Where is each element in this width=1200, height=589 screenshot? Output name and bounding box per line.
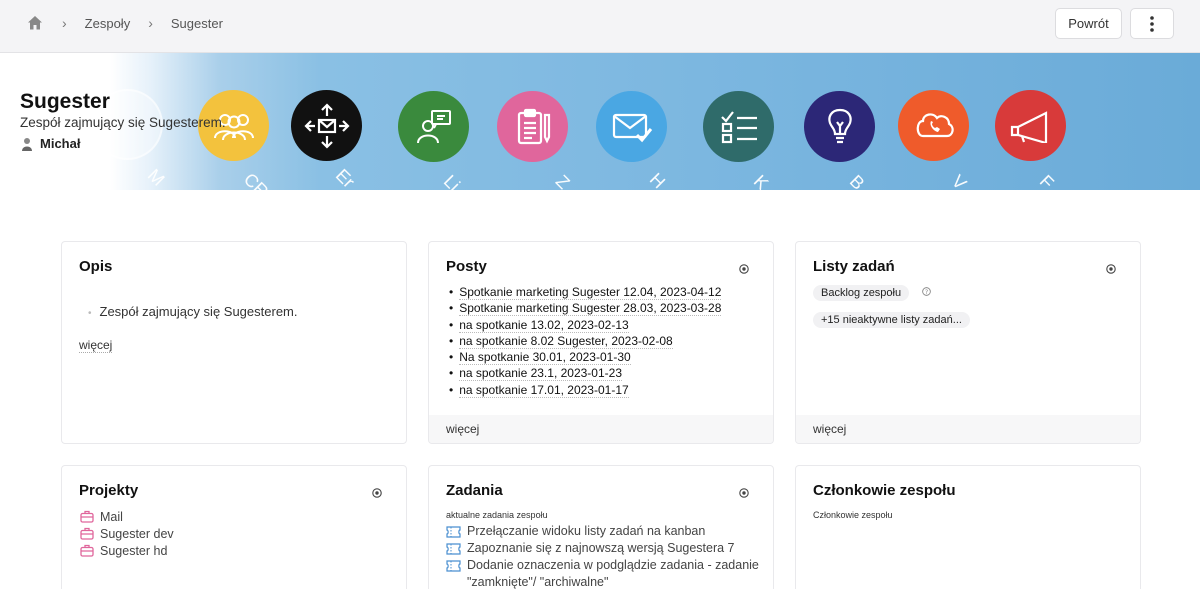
avatar bbox=[22, 137, 32, 151]
card-subtitle: Członkowie zespołu bbox=[813, 510, 893, 520]
banner-label: Z bbox=[551, 171, 574, 190]
card-posts: Posty Spotkanie marketing Sugester 12.04… bbox=[428, 241, 774, 444]
more-options-button[interactable] bbox=[1130, 8, 1174, 39]
more-link[interactable]: więcej bbox=[446, 422, 479, 436]
list-item[interactable]: Zapoznanie się z najnowszą wersją Sugest… bbox=[446, 540, 766, 557]
list-item: Zespół zajmujący się Sugesterem. bbox=[88, 304, 298, 319]
list-item[interactable]: Na spotkanie 30.01, 2023-01-30 bbox=[449, 349, 721, 366]
card-footer: więcej bbox=[796, 415, 1140, 443]
help-icon[interactable]: ? bbox=[921, 287, 931, 297]
more-link[interactable]: więcej bbox=[79, 338, 113, 353]
card-title: Zadania bbox=[446, 482, 503, 499]
pin-icon[interactable] bbox=[1106, 264, 1116, 274]
ticket-icon bbox=[446, 526, 461, 538]
card-subtitle: aktualne zadania zespołu bbox=[446, 510, 548, 520]
list-item[interactable]: na spotkanie 17.01, 2023-01-17 bbox=[449, 382, 721, 398]
banner-label: K bbox=[749, 171, 773, 190]
pin-icon[interactable] bbox=[739, 488, 749, 498]
more-link[interactable]: więcej bbox=[813, 422, 846, 436]
tasks-list: Przełączanie widoku listy zadań na kanba… bbox=[446, 523, 766, 589]
card-title: Opis bbox=[79, 258, 113, 275]
list-item[interactable]: Sugester hd bbox=[80, 542, 174, 559]
pin-icon[interactable] bbox=[372, 488, 382, 498]
banner-label: F bbox=[1035, 171, 1058, 190]
top-bar: › Zespoły › Sugester Powrót bbox=[0, 0, 1200, 53]
list-item[interactable]: Sugester dev bbox=[80, 525, 174, 542]
card-members: Członkowie zespołu Członkowie zespołu bbox=[795, 465, 1141, 589]
cloud-phone-icon[interactable] bbox=[898, 90, 969, 161]
card-tasks: Zadania aktualne zadania zespołu Przełąc… bbox=[428, 465, 774, 589]
page-title: Sugester bbox=[20, 90, 110, 113]
briefcase-icon bbox=[80, 527, 94, 540]
team-banner: M CR Er Li Z H K B V F Sugester Zespół z… bbox=[0, 53, 1200, 190]
bulb-icon[interactable] bbox=[804, 91, 875, 162]
ticket-icon bbox=[446, 560, 461, 572]
megaphone-icon[interactable] bbox=[995, 90, 1066, 161]
list-item[interactable]: Spotkanie marketing Sugester 28.03, 2023… bbox=[449, 300, 722, 317]
card-task-lists: Listy zadań Backlog zespołu ? +15 nieakt… bbox=[795, 241, 1141, 444]
chevron-right-icon: › bbox=[62, 15, 67, 31]
pin-icon[interactable] bbox=[739, 264, 749, 274]
arrows-mail-icon[interactable] bbox=[291, 90, 362, 161]
banner-label: B bbox=[845, 171, 869, 190]
banner-label: Li bbox=[439, 171, 464, 190]
more-vertical-icon bbox=[1150, 15, 1154, 32]
card-title: Członkowie zespołu bbox=[813, 482, 956, 499]
banner-label: CR bbox=[239, 169, 273, 190]
breadcrumb-item-teams[interactable]: Zespoły bbox=[85, 16, 131, 31]
card-title: Listy zadań bbox=[813, 258, 895, 275]
list-item[interactable]: Dodanie oznaczenia w podglądzie zadania … bbox=[446, 557, 766, 589]
more-wrapper: więcej bbox=[79, 336, 113, 354]
banner-label: V bbox=[947, 171, 971, 190]
home-icon[interactable] bbox=[26, 14, 44, 32]
chevron-right-icon: › bbox=[148, 15, 153, 31]
team-owner[interactable]: Michał bbox=[20, 136, 80, 151]
breadcrumb-item-current: Sugester bbox=[170, 15, 223, 31]
checklist-icon[interactable] bbox=[703, 91, 774, 162]
owner-name: Michał bbox=[40, 136, 81, 151]
projects-list: Mail Sugester dev Sugester hd bbox=[80, 508, 174, 559]
card-footer: więcej bbox=[429, 415, 773, 443]
list-item[interactable]: Przełączanie widoku listy zadań na kanba… bbox=[446, 523, 766, 540]
banner-label: M bbox=[143, 165, 169, 190]
clipboard-icon[interactable] bbox=[497, 91, 568, 162]
breadcrumb: › Zespoły › Sugester bbox=[26, 14, 223, 32]
back-button[interactable]: Powrót bbox=[1055, 8, 1122, 39]
list-item[interactable]: Mail bbox=[80, 508, 174, 525]
card-projects: Projekty Mail Sugester dev Sugester hd bbox=[61, 465, 407, 589]
backlog-row: Backlog zespołu ? bbox=[813, 283, 931, 301]
inactive-lists-pill[interactable]: +15 nieaktywne listy zadań... bbox=[813, 312, 970, 328]
description-list: Zespół zajmujący się Sugesterem. bbox=[88, 304, 298, 319]
card-title: Posty bbox=[446, 258, 487, 275]
team-description: Zespół zajmujący się Sugesterem. bbox=[20, 115, 226, 130]
inactive-row: +15 nieaktywne listy zadań... bbox=[813, 310, 970, 328]
list-item[interactable]: Spotkanie marketing Sugester 12.04, 2023… bbox=[449, 284, 722, 300]
list-item[interactable]: na spotkanie 13.02, 2023-02-13 bbox=[449, 317, 721, 333]
card-title: Projekty bbox=[79, 482, 139, 499]
ticket-icon bbox=[446, 543, 461, 555]
svg-text:?: ? bbox=[924, 289, 927, 296]
presenter-icon[interactable] bbox=[398, 91, 469, 162]
briefcase-icon bbox=[80, 510, 94, 523]
banner-label: Er bbox=[331, 165, 359, 190]
banner-label: H bbox=[645, 169, 670, 190]
mail-check-icon[interactable] bbox=[596, 91, 667, 162]
card-description: Opis Zespół zajmujący się Sugesterem. wi… bbox=[61, 241, 407, 444]
task-list-pill[interactable]: Backlog zespołu bbox=[813, 285, 910, 301]
list-item[interactable]: na spotkanie 8.02 Sugester, 2023-02-08 bbox=[449, 333, 721, 349]
list-item[interactable]: na spotkanie 23.1, 2023-01-23 bbox=[449, 365, 721, 382]
briefcase-icon bbox=[80, 544, 94, 557]
posts-list: Spotkanie marketing Sugester 12.04, 2023… bbox=[449, 284, 722, 398]
